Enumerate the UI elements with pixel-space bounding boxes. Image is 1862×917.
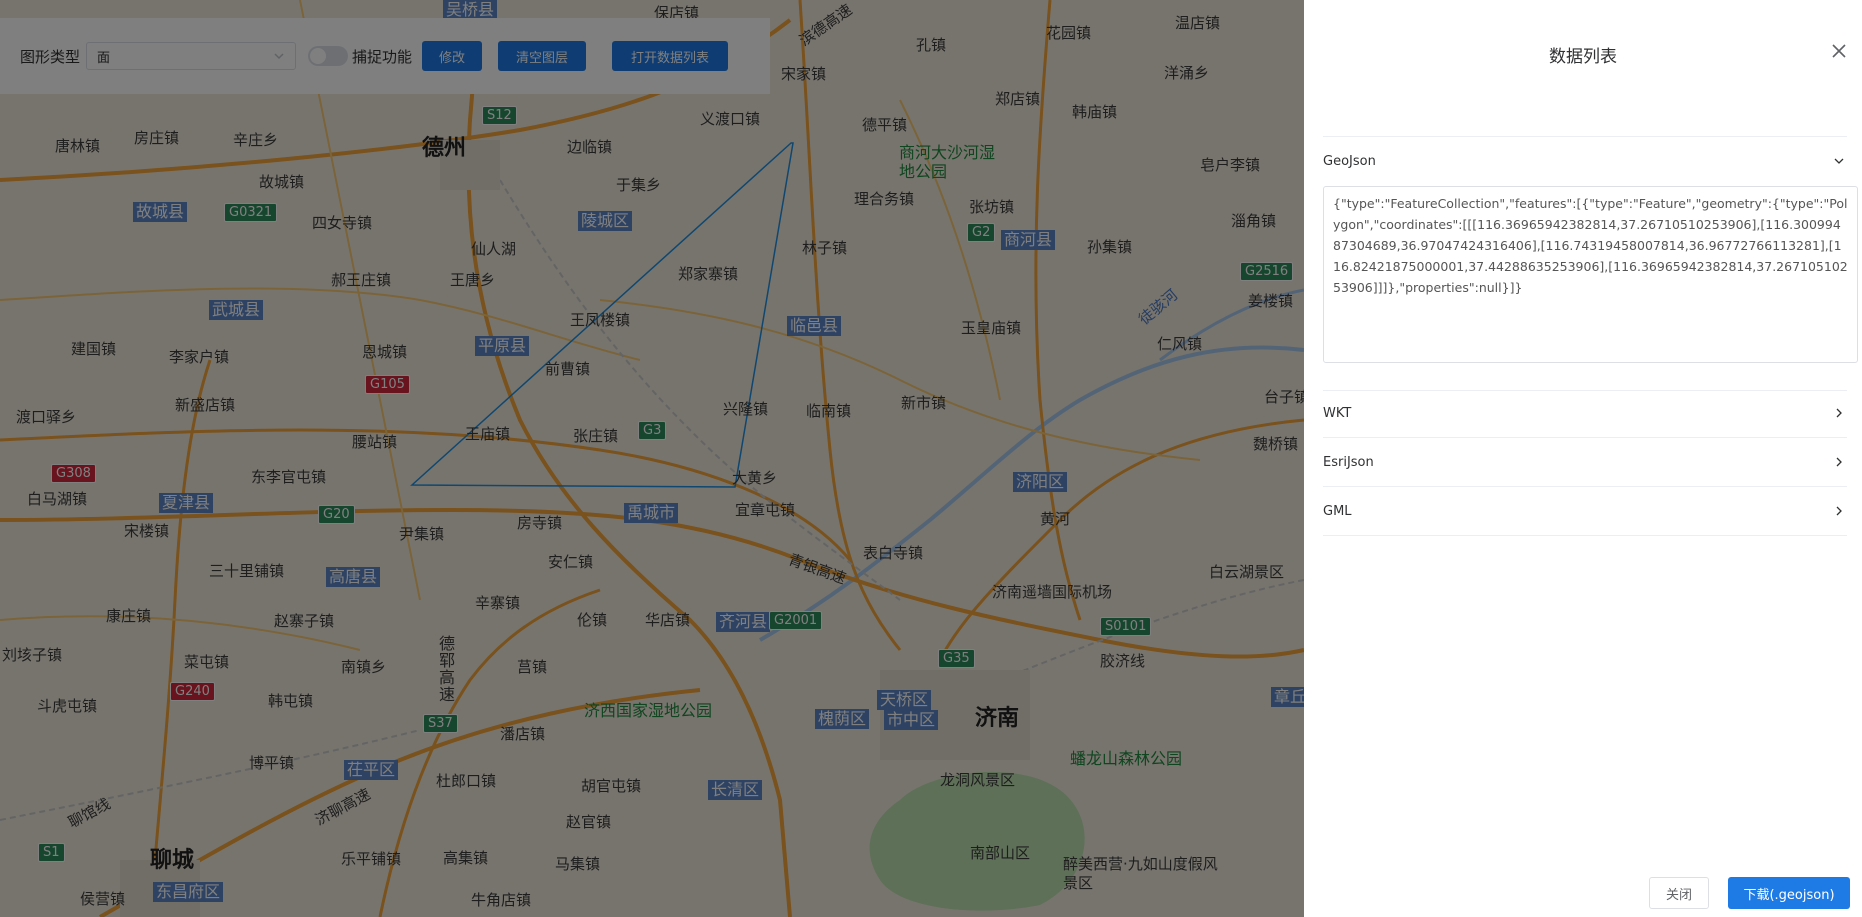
collapse-title: EsriJson: [1323, 454, 1374, 470]
modal-overlay[interactable]: [0, 0, 1304, 917]
collapse-header-geojson[interactable]: GeoJson: [1323, 137, 1847, 185]
data-list-drawer: 数据列表 GeoJson {"type":"FeatureCollection"…: [1304, 0, 1862, 917]
collapse-title: GeoJson: [1323, 153, 1376, 169]
collapse-item-wkt: WKT: [1323, 389, 1847, 438]
close-icon[interactable]: [1830, 42, 1848, 60]
collapse-title: GML: [1323, 503, 1352, 519]
chevron-right-icon: [1836, 506, 1842, 516]
collapse-header-esrijson[interactable]: EsriJson: [1323, 438, 1847, 486]
chevron-right-icon: [1836, 457, 1842, 467]
drawer-title: 数据列表: [1549, 47, 1617, 67]
download-geojson-button[interactable]: 下载(.geojson): [1728, 877, 1850, 909]
collapse-header-gml[interactable]: GML: [1323, 487, 1847, 535]
collapse-title: WKT: [1323, 405, 1352, 421]
collapse-header-wkt[interactable]: WKT: [1323, 389, 1847, 437]
collapse-item-gml: GML: [1323, 487, 1847, 536]
chevron-down-icon: [1834, 158, 1844, 164]
collapse-item-esrijson: EsriJson: [1323, 438, 1847, 487]
geojson-textarea[interactable]: {"type":"FeatureCollection","features":[…: [1323, 186, 1858, 363]
chevron-right-icon: [1836, 408, 1842, 418]
close-button[interactable]: 关闭: [1649, 877, 1709, 909]
